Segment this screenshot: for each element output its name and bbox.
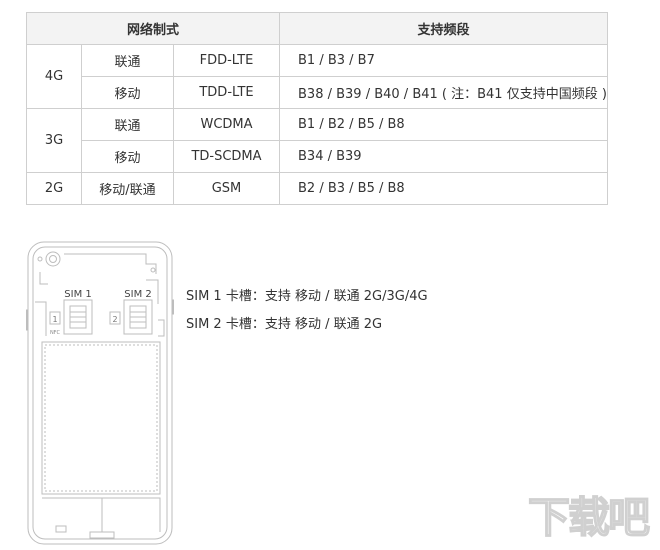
table-header-row: 网络制式 支持频段 xyxy=(26,12,608,45)
standard-cell: TDD-LTE xyxy=(173,76,280,109)
carrier-cell: 移动 xyxy=(81,76,174,109)
bands-cell: B38 / B39 / B40 / B41 ( 注：B41 仅支持中国频段 ) xyxy=(279,76,608,109)
carrier-cell: 联通 xyxy=(81,108,174,141)
carrier-cell: 移动/联通 xyxy=(81,172,174,205)
header-bands: 支持频段 xyxy=(279,12,608,45)
camera-icon xyxy=(45,251,61,267)
watermark-logo: 下载吧 xyxy=(524,488,653,544)
volume-button xyxy=(25,309,29,331)
gen-cell: 2G xyxy=(26,172,82,205)
sim2-label: SIM 2 xyxy=(124,289,151,300)
usb-port-icon xyxy=(89,531,115,539)
table-row: 移动 TD-SCDMA B34 / B39 xyxy=(27,140,608,173)
battery-icon xyxy=(41,341,161,495)
standard-cell: FDD-LTE xyxy=(173,44,280,77)
phone-back-diagram: SIM 1 SIM 2 1 2 NFC xyxy=(25,240,175,546)
standard-cell: TD-SCDMA xyxy=(173,140,280,173)
sim1-support-note: SIM 1 卡槽：支持 移动 / 联通 2G/3G/4G xyxy=(186,289,428,304)
standard-cell: WCDMA xyxy=(173,108,280,141)
sim2-support-note: SIM 2 卡槽：支持 移动 / 联通 2G xyxy=(186,317,383,332)
watermark-text: 下载吧 xyxy=(528,493,650,540)
power-button xyxy=(171,299,175,315)
table-row: 4G 联通 FDD-LTE B1 / B3 / B7 xyxy=(26,44,608,109)
band-support-table: 网络制式 支持频段 4G 联通 FDD-LTE B1 / B3 / B7 移动 … xyxy=(26,12,608,205)
table-row: 2G 移动/联通 GSM B2 / B3 / B5 / B8 xyxy=(26,172,608,205)
bands-cell: B34 / B39 xyxy=(279,140,608,173)
slot2-number: 2 xyxy=(112,315,117,324)
standard-cell: GSM xyxy=(173,172,280,205)
table-row: 移动 TDD-LTE B38 / B39 / B40 / B41 ( 注：B41… xyxy=(27,76,608,109)
bands-cell: B1 / B2 / B5 / B8 xyxy=(279,108,608,141)
table-row: 3G 联通 WCDMA B1 / B2 / B5 / B8 xyxy=(26,108,608,173)
carrier-cell: 联通 xyxy=(81,44,174,77)
phone-body xyxy=(27,241,173,545)
gen-cell: 4G xyxy=(26,44,82,109)
flash-icon xyxy=(37,256,43,262)
slot1-number: 1 xyxy=(52,315,57,324)
bands-cell: B1 / B3 / B7 xyxy=(279,44,608,77)
nfc-label: NFC xyxy=(50,330,61,336)
header-network: 网络制式 xyxy=(26,12,280,45)
sim1-label: SIM 1 xyxy=(64,289,91,300)
gen-cell: 3G xyxy=(26,108,82,173)
carrier-cell: 移动 xyxy=(81,140,174,173)
phone-outline: SIM 1 SIM 2 1 2 NFC xyxy=(25,241,175,545)
bands-cell: B2 / B3 / B5 / B8 xyxy=(279,172,608,205)
